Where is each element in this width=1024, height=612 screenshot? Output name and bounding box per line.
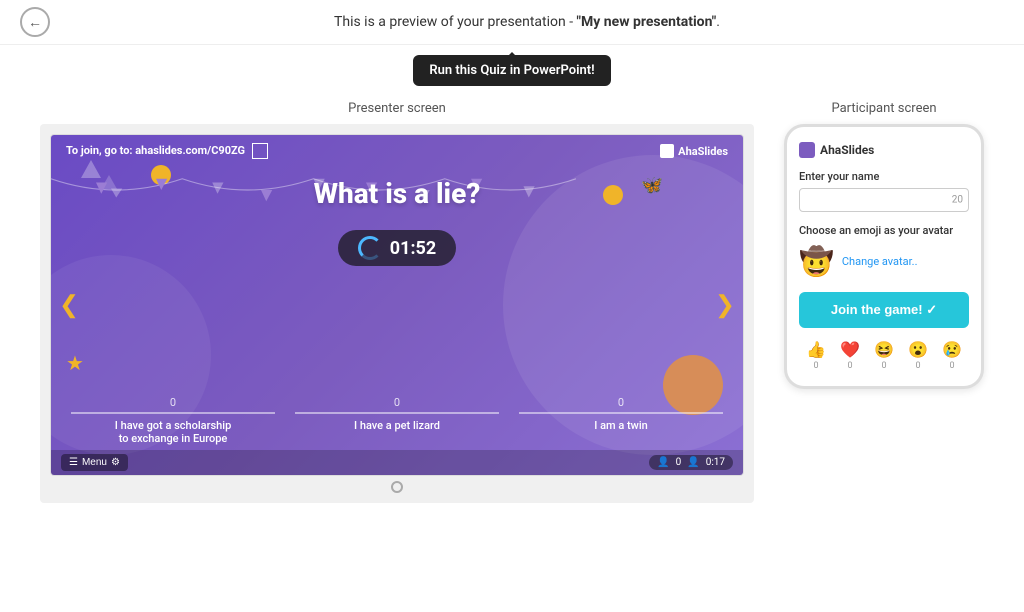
prev-slide-button[interactable]: ❮: [59, 291, 79, 320]
laugh-emoji: 😆: [874, 340, 894, 359]
answer-divider: [519, 412, 723, 414]
answer-option: 0 I am a twin: [519, 396, 723, 445]
answer-count: 0: [295, 396, 499, 409]
slide: ★: [51, 135, 743, 475]
footer-stats: 👤 0 👤 0:17: [649, 455, 733, 470]
phone-frame: AhaSlides Enter your name 20 Choose an e…: [784, 124, 984, 389]
logo-icon: [660, 144, 674, 158]
settings-icon: ⚙: [111, 457, 120, 468]
qr-icon: [252, 143, 268, 159]
avatar-row: 🤠 Change avatar..: [799, 245, 969, 278]
change-avatar-link[interactable]: Change avatar..: [842, 255, 918, 268]
timer-value: 01:52: [390, 238, 436, 259]
reaction-laugh[interactable]: 😆 0: [874, 340, 894, 371]
char-count: 20: [952, 195, 963, 206]
answer-divider: [295, 412, 499, 414]
avatar-emoji: 🤠: [799, 245, 834, 278]
name-input-label: Enter your name: [799, 170, 969, 183]
back-button[interactable]: ←: [20, 7, 50, 37]
menu-label: Menu: [82, 457, 107, 468]
header-preview-text: This is a preview of your presentation -…: [50, 14, 1004, 30]
menu-icon: ☰: [69, 457, 78, 468]
slide-outer: ★: [50, 134, 744, 476]
answer-option: 0 I have a pet lizard: [295, 396, 499, 445]
star-decoration: ★: [66, 351, 84, 375]
sad-emoji: 😢: [942, 340, 962, 359]
menu-button[interactable]: ☰ Menu ⚙: [61, 454, 128, 471]
answer-text: I have a pet lizard: [295, 419, 499, 432]
main-content: Presenter screen ★: [0, 86, 1024, 518]
clock-icon: 👤: [687, 457, 699, 468]
reaction-sad[interactable]: 😢 0: [942, 340, 962, 371]
name-input-wrapper: 20: [799, 188, 969, 212]
answer-divider: [71, 412, 275, 414]
phone-logo-text: AhaSlides: [820, 143, 874, 157]
heart-emoji: ❤️: [840, 340, 860, 359]
answer-text: I have got a scholarshipto exchange in E…: [71, 419, 275, 445]
emoji-label: Choose an emoji as your avatar: [799, 224, 969, 237]
people-icon: 👤: [657, 457, 669, 468]
answer-options: 0 I have got a scholarshipto exchange in…: [71, 396, 723, 445]
wow-count: 0: [915, 361, 920, 371]
reactions-row: 👍 0 ❤️ 0 😆 0 😮 0 😢 0: [799, 340, 969, 371]
reaction-wow[interactable]: 😮 0: [908, 340, 928, 371]
run-powerpoint-button[interactable]: Run this Quiz in PowerPoint!: [413, 55, 610, 86]
thumbsup-count: 0: [813, 361, 818, 371]
laugh-count: 0: [881, 361, 886, 371]
connector: [50, 481, 744, 493]
sad-count: 0: [949, 361, 954, 371]
reaction-thumbsup[interactable]: 👍 0: [806, 340, 826, 371]
slide-header: To join, go to: ahaslides.com/C90ZG AhaS…: [51, 135, 743, 167]
answer-option: 0 I have got a scholarshipto exchange in…: [71, 396, 275, 445]
join-button[interactable]: Join the game! ✓: [799, 292, 969, 328]
phone-logo-icon: [799, 142, 815, 158]
quiz-title: What is a lie?: [51, 177, 743, 210]
heart-count: 0: [847, 361, 852, 371]
timer: 01:52: [338, 230, 456, 266]
slide-footer: ☰ Menu ⚙ 👤 0 👤 0:17: [51, 450, 743, 475]
time-stat: 0:17: [706, 457, 725, 468]
phone-logo: AhaSlides: [799, 142, 969, 158]
timer-container: 01:52: [51, 230, 743, 266]
answer-text: I am a twin: [519, 419, 723, 432]
name-input[interactable]: [799, 188, 969, 212]
ahaslides-logo: AhaSlides: [660, 144, 728, 158]
answer-count: 0: [519, 396, 723, 409]
reaction-heart[interactable]: ❤️ 0: [840, 340, 860, 371]
answer-count: 0: [71, 396, 275, 409]
timer-ring: [358, 236, 382, 260]
presenter-section: Presenter screen ★: [40, 101, 754, 503]
presenter-label: Presenter screen: [40, 101, 754, 116]
next-slide-button[interactable]: ❯: [715, 291, 735, 320]
participant-section: Participant screen AhaSlides Enter your …: [784, 101, 984, 389]
participant-count: 0: [676, 457, 682, 468]
join-text: To join, go to: ahaslides.com/C90ZG: [66, 143, 268, 159]
thumbsup-emoji: 👍: [806, 340, 826, 359]
participant-label: Participant screen: [784, 101, 984, 116]
connector-dot: [391, 481, 403, 493]
slide-container: ★: [40, 124, 754, 503]
tooltip-area: Run this Quiz in PowerPoint!: [0, 55, 1024, 86]
header: ← This is a preview of your presentation…: [0, 0, 1024, 45]
wow-emoji: 😮: [908, 340, 928, 359]
